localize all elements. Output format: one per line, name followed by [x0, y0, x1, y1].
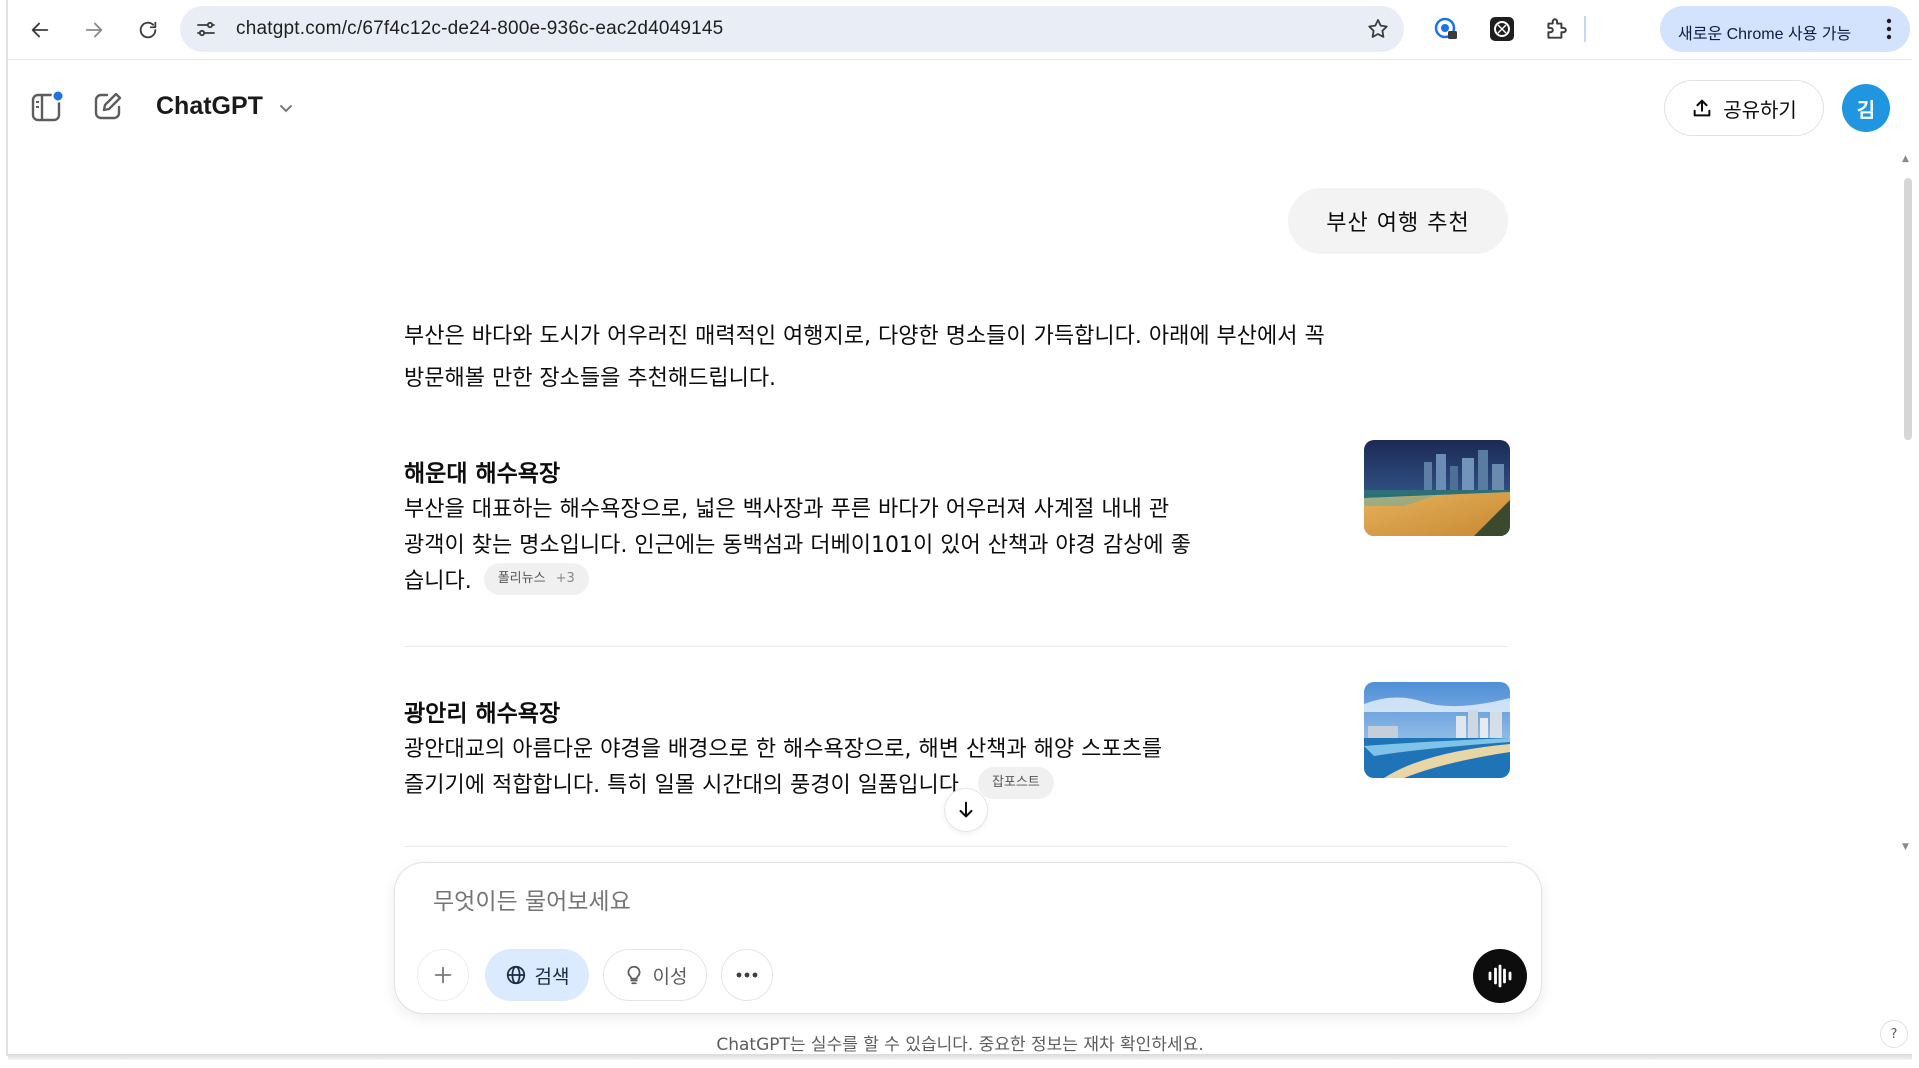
arrow-right-icon [85, 22, 103, 38]
window-bottom-shadow [8, 1054, 1912, 1060]
place-desc-line: 습니다. 폴리뉴스 +3 [404, 563, 1334, 600]
back-button[interactable] [22, 12, 58, 48]
toolbar-separator [1584, 16, 1586, 42]
help-button[interactable]: ? [1880, 1020, 1908, 1048]
intro-line-2: 방문해볼 만한 장소들을 추천해드립니다. [404, 366, 777, 391]
place-desc-line: 광안대교의 아름다운 야경을 배경으로 한 해수욕장으로, 해변 산책과 해양 … [404, 737, 1163, 762]
place-desc-line: 즐기기에 적합합니다. 특히 일몰 시간대의 풍경이 일품입니다. 잡포스트 [404, 767, 1334, 804]
user-message: 부산 여행 추천 [1288, 188, 1508, 254]
chrome-update-button[interactable]: 새로운 Chrome 사용 가능 [1660, 6, 1910, 52]
place-item: 광안리 해수욕장 광안대교의 아름다운 야경을 배경으로 한 해수욕장으로, 해… [404, 682, 1510, 804]
source-chip[interactable]: 폴리뉴스 +3 [483, 563, 589, 595]
chrome-update-label: 새로운 Chrome 사용 가능 [1678, 26, 1852, 43]
assistant-intro: 부산은 바다와 도시가 어우러진 매력적인 여행지로, 다양한 명소들이 가득합… [404, 316, 1508, 400]
scroll-up-arrow[interactable]: ▲ [1902, 154, 1909, 164]
new-chat-icon[interactable] [92, 90, 124, 122]
more-tools-button[interactable] [721, 949, 773, 1001]
search-label: 검색 [534, 965, 570, 988]
reload-button[interactable] [130, 12, 166, 48]
scroll-to-bottom-button[interactable] [944, 788, 988, 832]
arrow-left-icon [31, 22, 49, 38]
prompt-input[interactable] [433, 889, 1333, 915]
chevron-down-icon[interactable] [276, 98, 296, 118]
source-name: 폴리뉴스 [497, 571, 546, 586]
scrollbar-thumb[interactable] [1904, 178, 1912, 440]
address-bar[interactable]: chatgpt.com/c/67f4c12c-de24-800e-936c-ea… [180, 6, 1404, 52]
reason-label: 이성 [652, 965, 688, 988]
place-thumbnail-image[interactable] [1364, 682, 1510, 778]
reason-toggle-button[interactable]: 이성 [603, 949, 707, 1001]
disclaimer-text: ChatGPT는 실수를 할 수 있습니다. 중요한 정보는 재차 확인하세요. [716, 1035, 1204, 1054]
browser-toolbar: chatgpt.com/c/67f4c12c-de24-800e-936c-ea… [8, 0, 1912, 60]
globe-icon [506, 965, 525, 985]
url-text[interactable]: chatgpt.com/c/67f4c12c-de24-800e-936c-ea… [236, 18, 723, 40]
attach-button[interactable] [417, 949, 469, 1001]
site-info-icon[interactable] [194, 17, 218, 41]
place-thumbnail-image[interactable] [1364, 440, 1510, 536]
place-item: 해운대 해수욕장 부산을 대표하는 해수욕장으로, 넓은 백사장과 푸른 바다가… [404, 440, 1510, 600]
section-divider [404, 846, 1508, 847]
place-desc-line: 광객이 찾는 명소입니다. 인근에는 동백섬과 더베이101이 있어 산책과 야… [404, 533, 1191, 558]
share-button[interactable]: 공유하기 [1664, 80, 1824, 136]
waveform-icon [1488, 964, 1512, 988]
scroll-down-arrow[interactable]: ▼ [1902, 842, 1909, 852]
source-chip[interactable]: 잡포스트 [977, 767, 1054, 799]
more-horizontal-icon [736, 972, 758, 978]
voice-mode-button[interactable] [1473, 949, 1527, 1003]
place-desc-tail: 즐기기에 적합합니다. 특히 일몰 시간대의 풍경이 일품입니다. [404, 773, 966, 798]
place-desc-tail: 습니다. [404, 569, 472, 594]
extension-openai-icon[interactable] [1488, 15, 1516, 43]
forward-button[interactable] [76, 12, 112, 48]
browser-window: chatgpt.com/c/67f4c12c-de24-800e-936c-ea… [8, 0, 1912, 1054]
sidebar-toggle-icon[interactable] [30, 90, 64, 124]
more-vertical-icon[interactable] [1886, 18, 1892, 40]
intro-line-1: 부산은 바다와 도시가 어우러진 매력적인 여행지로, 다양한 명소들이 가득합… [404, 324, 1325, 349]
arrow-down-icon [959, 801, 973, 818]
place-title: 해운대 해수욕장 [404, 461, 561, 487]
place-title: 광안리 해수욕장 [404, 701, 561, 727]
avatar[interactable]: 김 [1842, 84, 1890, 132]
lightbulb-icon [627, 965, 640, 985]
upload-icon [1693, 99, 1711, 117]
plus-icon [434, 966, 452, 984]
section-divider [404, 646, 1508, 647]
bookmark-star-icon[interactable] [1366, 17, 1390, 41]
source-more-count: +3 [555, 571, 575, 586]
extension-password-icon[interactable] [1432, 15, 1460, 43]
composer: 검색 이성 [394, 862, 1542, 1014]
search-toggle-button[interactable]: 검색 [485, 949, 589, 1001]
place-desc-line: 부산을 대표하는 해수욕장으로, 넓은 백사장과 푸른 바다가 어우러져 사계절… [404, 497, 1170, 522]
share-label: 공유하기 [1723, 97, 1797, 122]
model-selector[interactable]: ChatGPT [156, 92, 263, 121]
reload-icon [139, 21, 157, 39]
source-name: 잡포스트 [991, 775, 1040, 790]
extensions-puzzle-icon[interactable] [1542, 15, 1570, 43]
